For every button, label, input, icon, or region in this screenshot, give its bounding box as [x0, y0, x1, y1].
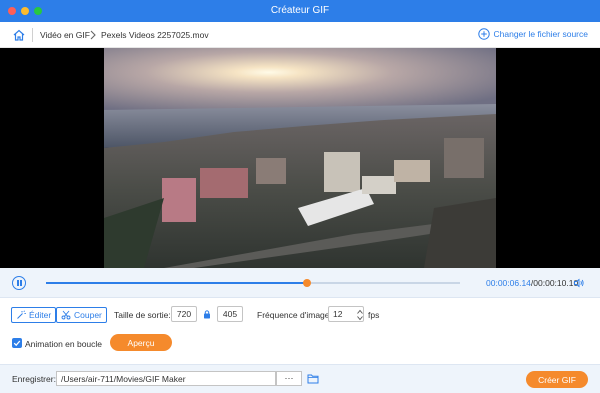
breadcrumb-video-to-gif[interactable]: Vidéo en GIF — [40, 30, 90, 40]
pause-button[interactable] — [12, 276, 26, 290]
output-size-label: Taille de sortie: — [114, 310, 171, 320]
footer-bar: Enregistrer: /Users/air-711/Movies/GIF M… — [0, 364, 600, 393]
height-input[interactable]: 405 — [217, 306, 243, 322]
loop-checkbox[interactable] — [12, 338, 22, 348]
breadcrumb-bar: Vidéo en GIF Pexels Videos 2257025.mov C… — [0, 22, 600, 48]
title-bar: Créateur GIF — [0, 0, 600, 22]
save-to-label: Enregistrer: — [12, 374, 56, 384]
timeline-handle[interactable] — [302, 279, 311, 287]
lock-icon[interactable] — [203, 309, 211, 319]
change-source-button[interactable]: Changer le fichier source — [477, 28, 589, 40]
scissors-icon — [61, 310, 71, 320]
magic-wand-icon — [17, 310, 26, 319]
width-input[interactable]: 720 — [171, 306, 197, 322]
frame-rate-value: 12 — [333, 309, 343, 319]
loop-label[interactable]: Animation en boucle — [25, 339, 102, 349]
video-preview — [0, 48, 600, 268]
folder-icon[interactable] — [307, 373, 319, 384]
chevron-right-icon — [90, 30, 96, 40]
volume-icon[interactable] — [573, 277, 585, 289]
playback-controls: 00:00:06.14/00:00:10.10 — [0, 268, 600, 298]
total-time: 00:00:10.10 — [533, 278, 579, 288]
options-panel: Éditer Couper Taille de sortie: 720 405 … — [0, 298, 600, 364]
preview-button[interactable]: Aperçu — [110, 334, 172, 351]
timecode: 00:00:06.14/00:00:10.10 — [486, 278, 578, 288]
breadcrumb-file-name: Pexels Videos 2257025.mov — [101, 30, 209, 40]
timeline-progress — [46, 282, 307, 284]
browse-button[interactable]: ··· — [276, 371, 302, 386]
video-frame — [104, 48, 496, 268]
divider — [32, 28, 33, 42]
cut-label: Couper — [74, 310, 102, 320]
timeline-slider[interactable] — [46, 279, 460, 287]
fps-unit: fps — [368, 310, 380, 320]
change-source-label: Changer le fichier source — [493, 29, 589, 39]
edit-label: Éditer — [29, 310, 52, 320]
add-circle-icon — [477, 28, 490, 40]
frame-rate-label: Fréquence d'image: — [257, 310, 332, 320]
current-time: 00:00:06.14 — [486, 278, 531, 288]
check-icon — [13, 340, 21, 347]
home-icon[interactable] — [12, 28, 26, 42]
stepper-arrows-icon[interactable] — [356, 308, 364, 322]
edit-button[interactable]: Éditer — [11, 307, 57, 323]
save-path-field[interactable]: /Users/air-711/Movies/GIF Maker — [56, 371, 276, 386]
create-gif-button[interactable]: Créer GIF — [526, 371, 588, 388]
cut-button[interactable]: Couper — [56, 307, 107, 323]
window-title: Créateur GIF — [270, 5, 330, 16]
